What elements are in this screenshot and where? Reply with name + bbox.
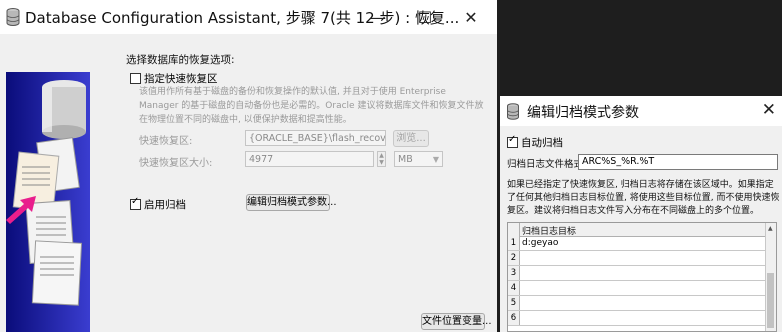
fra-description: 该值用作所有基于磁盘的备份和恢复操作的默认值, 并且对于使用 Enterpris… bbox=[139, 87, 484, 125]
minimize-button[interactable]: — bbox=[355, 0, 401, 34]
edit-archive-mode-dialog: 编辑归档模式参数 ✕ 自动归档 归档日志文件格式 ARC%S_%R.%T 如果已… bbox=[500, 96, 782, 332]
dialog-title: 编辑归档模式参数 bbox=[527, 105, 639, 121]
fra-checkbox-label: 指定快速恢复区 bbox=[144, 73, 218, 85]
maximize-button[interactable]: ☐ bbox=[402, 0, 448, 34]
row-number: 1 bbox=[508, 236, 520, 250]
archive-checkbox-row[interactable]: 启用归档 bbox=[130, 196, 186, 212]
table-row[interactable]: 4 bbox=[508, 281, 767, 296]
table-vertical-scrollbar[interactable]: ▲ bbox=[765, 223, 776, 331]
fra-size-label: 快速恢复区大小: bbox=[139, 158, 213, 169]
archive-checkbox-label: 启用归档 bbox=[144, 199, 186, 211]
browse-button[interactable]: 浏览... bbox=[393, 130, 429, 147]
dialog-titlebar: 编辑归档模式参数 ✕ bbox=[500, 96, 782, 126]
section-title: 选择数据库的恢复选项: bbox=[126, 54, 235, 66]
log-format-input[interactable]: ARC%S_%R.%T bbox=[578, 154, 778, 170]
auto-archive-label: 自动归档 bbox=[521, 137, 563, 149]
close-button[interactable]: ✕ bbox=[448, 0, 494, 34]
table-row[interactable]: 6 bbox=[508, 311, 767, 326]
fra-location-input[interactable]: {ORACLE_BASE}\flash_recovery_area bbox=[245, 130, 386, 146]
auto-archive-checkbox[interactable] bbox=[507, 134, 518, 148]
table-row[interactable]: 3 bbox=[508, 266, 767, 281]
row-number: 6 bbox=[508, 311, 520, 325]
dropdown-arrow-icon: ▼ bbox=[432, 155, 439, 164]
fra-size-input[interactable]: 4977 bbox=[245, 151, 374, 167]
database-app-icon bbox=[6, 8, 20, 26]
dbca-main-window: Database Configuration Assistant, 步骤 7(共… bbox=[0, 0, 497, 332]
table-row[interactable]: 5 bbox=[508, 296, 767, 311]
row-value[interactable]: d:geyao bbox=[522, 236, 558, 250]
table-row[interactable]: 2 bbox=[508, 251, 767, 266]
archive-checkbox[interactable] bbox=[130, 196, 141, 210]
fra-size-spinner[interactable]: ▲ ▼ bbox=[377, 151, 386, 167]
fra-size-unit-value: MB bbox=[398, 154, 413, 165]
recovery-options-panel: 选择数据库的恢复选项: 指定快速恢复区 该值用作所有基于磁盘的备份和恢复操作的默… bbox=[0, 34, 497, 332]
row-number: 2 bbox=[508, 251, 520, 265]
scrollbar-thumb[interactable] bbox=[767, 273, 774, 328]
fra-checkbox[interactable] bbox=[130, 73, 141, 84]
table-header-corner bbox=[508, 223, 520, 236]
archive-destinations-table: 归档日志目标 1 d:geyao 2 3 4 5 6 ▲ bbox=[507, 222, 777, 332]
log-format-label: 归档日志文件格式 bbox=[507, 159, 584, 170]
scroll-up-icon[interactable]: ▲ bbox=[768, 225, 773, 232]
table-row[interactable]: 1 d:geyao bbox=[508, 236, 767, 251]
file-location-variables-button[interactable]: 文件位置变量... bbox=[421, 313, 492, 330]
main-titlebar: Database Configuration Assistant, 步骤 7(共… bbox=[0, 0, 497, 34]
row-number: 4 bbox=[508, 281, 520, 295]
dialog-close-button[interactable]: ✕ bbox=[762, 100, 776, 120]
row-number: 5 bbox=[508, 296, 520, 310]
dialog-description: 如果已经指定了快速恢复区, 归档日志将存储在该区域中。如果指定了任何其他归档日志… bbox=[507, 180, 780, 216]
fra-size-unit-select[interactable]: MB ▼ bbox=[394, 151, 443, 167]
fra-location-label: 快速恢复区: bbox=[139, 136, 193, 147]
table-header: 归档日志目标 bbox=[508, 223, 767, 237]
fra-checkbox-row[interactable]: 指定快速恢复区 bbox=[130, 71, 218, 86]
database-app-icon bbox=[507, 103, 519, 120]
row-number: 3 bbox=[508, 266, 520, 280]
edit-archive-params-button[interactable]: 编辑归档模式参数... bbox=[246, 194, 337, 211]
auto-archive-checkbox-row[interactable]: 自动归档 bbox=[507, 134, 563, 150]
